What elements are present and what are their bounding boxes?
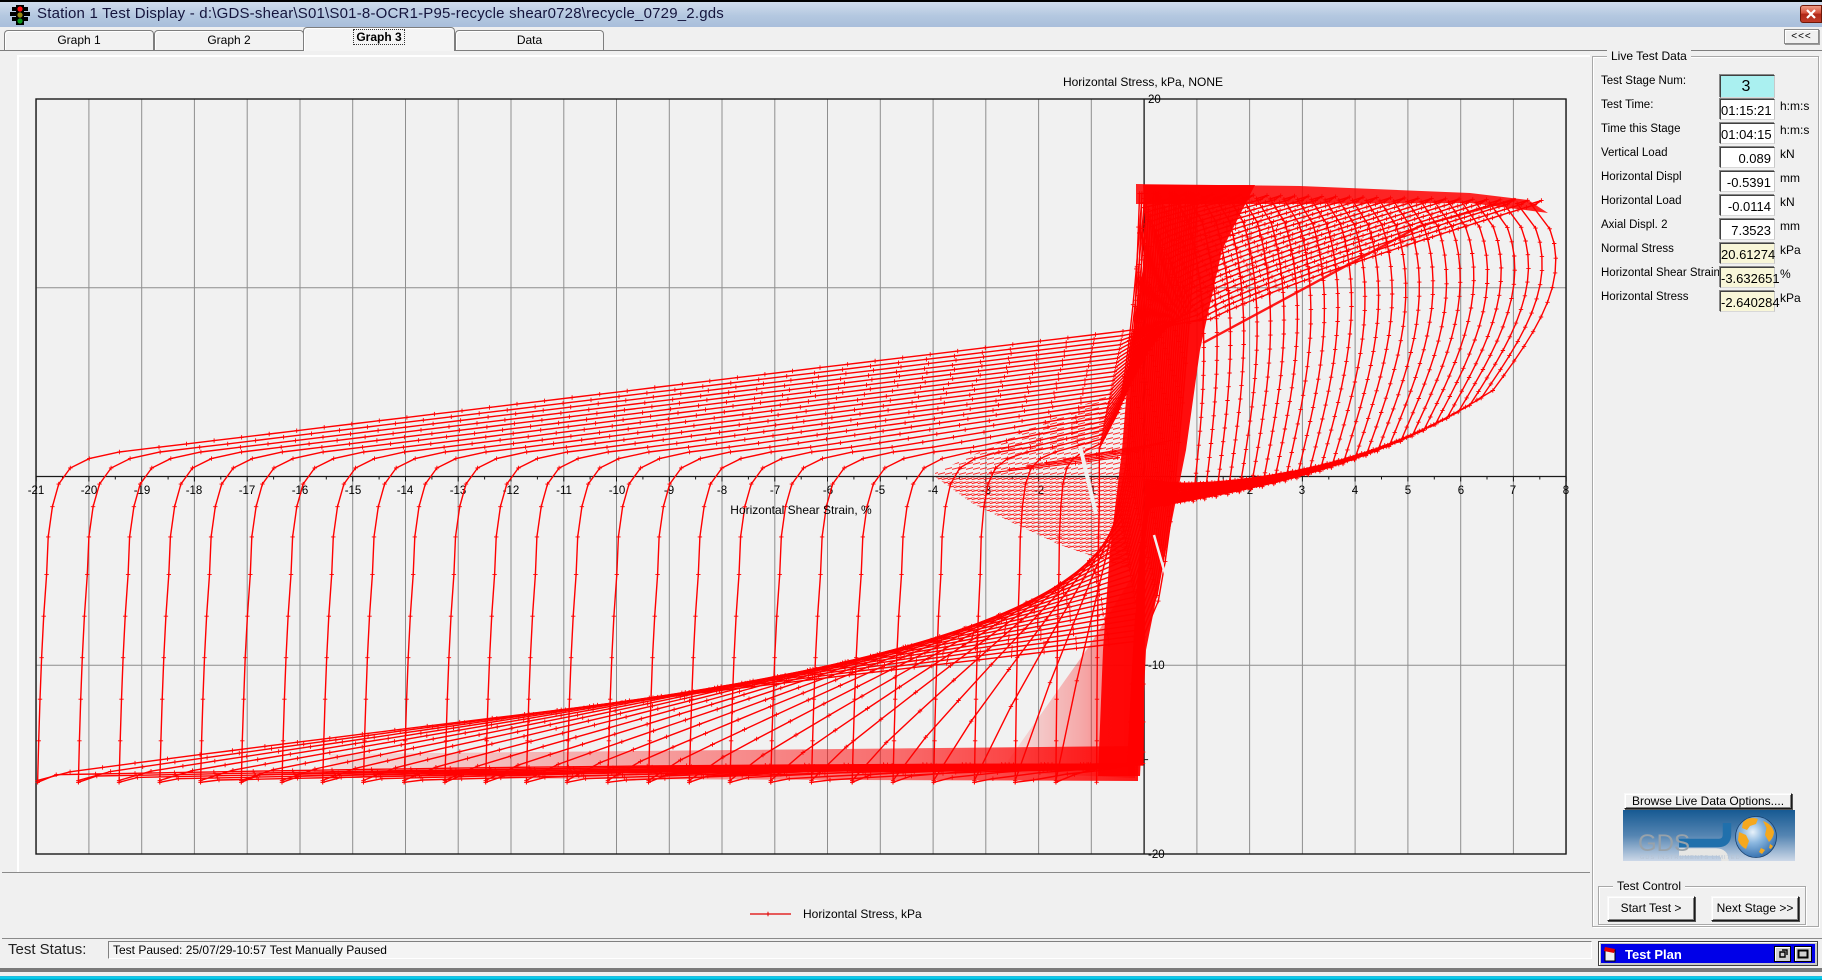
svg-text:6: 6 (1458, 485, 1464, 497)
svg-text:-7: -7 (770, 485, 780, 497)
svg-text:Horizontal Stress, kPa: Horizontal Stress, kPa (803, 907, 922, 921)
svg-text:-19: -19 (134, 485, 151, 497)
svg-text:-4: -4 (928, 485, 939, 497)
svg-text:-15: -15 (345, 485, 362, 497)
svg-text:-10: -10 (1148, 660, 1165, 672)
svg-text:Horizontal Stress, kPa, NONE: Horizontal Stress, kPa, NONE (1063, 75, 1223, 89)
svg-text:4: 4 (1352, 485, 1359, 497)
svg-text:20: 20 (1148, 94, 1161, 106)
svg-text:-20: -20 (1148, 849, 1165, 861)
svg-text:5: 5 (1405, 485, 1411, 497)
svg-text:3: 3 (1299, 485, 1305, 497)
svg-text:7: 7 (1510, 485, 1516, 497)
svg-text:-20: -20 (81, 485, 98, 497)
svg-text:-5: -5 (875, 485, 885, 497)
svg-text:Horizontal Shear Strain, %: Horizontal Shear Strain, % (730, 503, 872, 517)
svg-text:8: 8 (1563, 485, 1569, 497)
svg-text:-21: -21 (28, 485, 45, 497)
svg-text:-14: -14 (397, 485, 414, 497)
svg-text:-17: -17 (239, 485, 256, 497)
svg-text:-8: -8 (717, 485, 727, 497)
svg-text:-10: -10 (609, 485, 626, 497)
svg-text:-11: -11 (556, 485, 572, 497)
svg-text:-18: -18 (186, 485, 203, 497)
